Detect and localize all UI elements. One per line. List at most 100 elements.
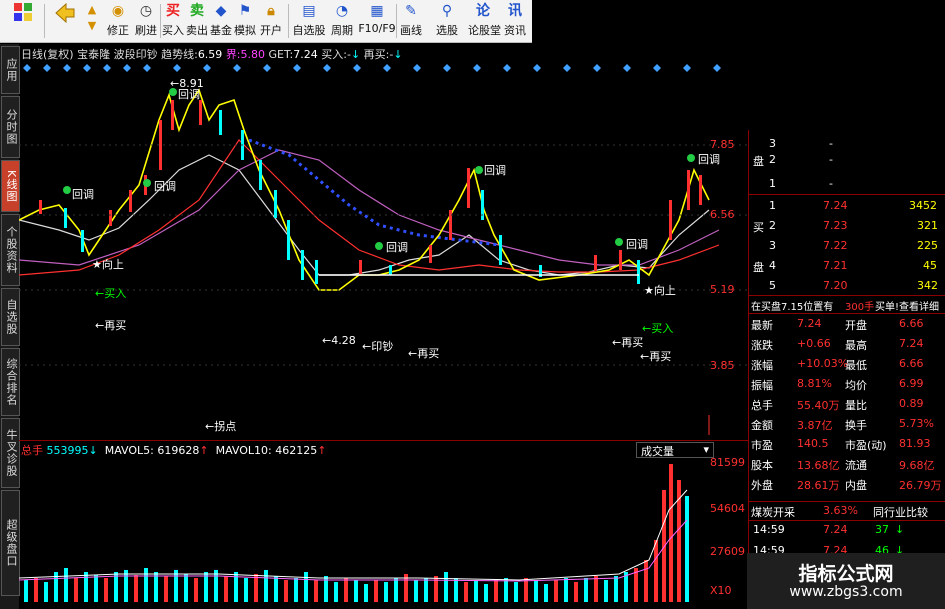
stat-value: 13.68亿 bbox=[797, 459, 840, 472]
bid-level: 1 bbox=[769, 199, 776, 212]
print-money-signal: ←印钞 bbox=[362, 340, 394, 353]
stat-key: 市盈 bbox=[751, 439, 773, 452]
grid-button[interactable] bbox=[2, 2, 42, 40]
turning-point-signal: ←拐点 bbox=[205, 420, 237, 433]
sector-compare-link[interactable]: 同行业比较 bbox=[873, 504, 928, 520]
stat-row: 市盈 140.5 市盈(动) 81.93 bbox=[749, 436, 945, 452]
bid-row-3[interactable]: 3 7.22 225 bbox=[749, 238, 945, 254]
stock-select-button[interactable]: ⚲ 选股 bbox=[434, 2, 460, 40]
y-axis-4: 3.85 bbox=[710, 359, 735, 372]
stat-key: 涨跌 bbox=[751, 339, 773, 352]
bid-row-5[interactable]: 5 7.20 342 bbox=[749, 278, 945, 294]
ask-price: - bbox=[829, 177, 833, 190]
fund-button[interactable]: ◆ 基金 bbox=[210, 2, 232, 40]
nav-tab-intraday[interactable]: 分时图 bbox=[1, 96, 20, 158]
open-account-button[interactable]: 🔒︎ 开户 bbox=[258, 2, 284, 40]
tick-time: 14:59 bbox=[753, 523, 785, 536]
open-account-label: 开户 bbox=[260, 24, 282, 37]
watermark: 指标公式网 www.zbgs3.com bbox=[747, 553, 945, 609]
pen-icon: ✎ bbox=[405, 3, 417, 19]
bid-row-2[interactable]: 买 2 7.23 321 bbox=[749, 218, 945, 234]
nav-tab-kline[interactable]: K线图 bbox=[1, 160, 20, 212]
queue-text: 在买盘7.15位置有 bbox=[751, 302, 834, 313]
bid-price: 7.20 bbox=[823, 279, 848, 292]
nav-tab-stock-info[interactable]: 个股资料 bbox=[1, 214, 20, 286]
up-down-icon: ▲ ▼ bbox=[87, 3, 97, 32]
stat-row: 总手 55.40万 量比 0.89 bbox=[749, 396, 945, 412]
ask-level: 2 bbox=[769, 153, 776, 166]
f10-button[interactable]: ▦ F10/F9 bbox=[358, 2, 396, 40]
pullback-label-2: 回调 bbox=[72, 188, 94, 201]
stat-value: 7.24 bbox=[899, 337, 924, 350]
nav-tab-watchlist[interactable]: 自选股 bbox=[1, 288, 20, 346]
bid-volume: 321 bbox=[917, 219, 938, 232]
stat-value: +0.66 bbox=[797, 337, 831, 350]
stat-row: 股本 13.68亿 流通 9.68亿 bbox=[749, 456, 945, 472]
queue-detail-link[interactable]: 买单!查看详细 bbox=[875, 298, 939, 313]
stat-value: 26.79万 bbox=[899, 479, 942, 492]
refresh-button[interactable]: ◷ 刷进 bbox=[132, 2, 160, 40]
stat-value: 81.93 bbox=[899, 437, 931, 450]
watermark-title: 指标公式网 bbox=[798, 563, 894, 585]
bid-row-4[interactable]: 盘 4 7.21 45 bbox=[749, 258, 945, 274]
vol-axis-3: 27609 bbox=[710, 545, 745, 558]
stat-value: +10.03% bbox=[797, 357, 849, 370]
toolbar: ▲ ▼ ◉ 修正 ◷ 刷进 买 买入 卖 卖出 ◆ 基金 ⚑ 模拟 🔒︎ 开户 ▤… bbox=[0, 0, 532, 43]
fix-button[interactable]: ◉ 修正 bbox=[104, 2, 132, 40]
tick-price: 7.24 bbox=[823, 523, 848, 536]
refresh-label: 刷进 bbox=[135, 24, 157, 37]
stat-key: 最高 bbox=[845, 339, 867, 352]
bid-row-1[interactable]: 1 7.24 3452 bbox=[749, 198, 945, 214]
fix-label: 修正 bbox=[107, 24, 129, 37]
stat-row: 涨跌 +0.66 最高 7.24 bbox=[749, 336, 945, 352]
fund-label: 基金 bbox=[210, 24, 232, 37]
stat-value: 6.99 bbox=[899, 377, 924, 390]
stat-key: 外盘 bbox=[751, 479, 773, 492]
tick-volume: 37 bbox=[875, 523, 889, 536]
indicator-select-value: 成交量 bbox=[641, 445, 674, 458]
y-axis-1: 7.85 bbox=[710, 138, 735, 151]
bid-volume: 342 bbox=[917, 279, 938, 292]
nav-tab-ranking[interactable]: 综合排名 bbox=[1, 348, 20, 416]
rebuy-signal-1: ←再买 bbox=[95, 319, 127, 332]
nav-tab-diagnosis[interactable]: 牛叉诊股 bbox=[1, 418, 20, 488]
sector-row[interactable]: 煤炭开采 3.63% 同行业比较 bbox=[749, 503, 945, 519]
buy-label: 买入 bbox=[162, 24, 184, 37]
ask-level: 3 bbox=[769, 137, 776, 150]
period-button[interactable]: ◔ 周期 bbox=[328, 2, 356, 40]
queue-hand: 300手 bbox=[845, 302, 875, 313]
watchlist-button[interactable]: ▤ 自选股 bbox=[292, 2, 326, 40]
ask-price: - bbox=[829, 153, 833, 166]
stat-key: 市盈(动) bbox=[845, 439, 887, 452]
stat-key: 股本 bbox=[751, 459, 773, 472]
nav-tab-super-quote[interactable]: 超级盘口 bbox=[1, 490, 20, 596]
stat-row: 金额 3.87亿 换手 5.73% bbox=[749, 416, 945, 432]
back-button[interactable] bbox=[48, 2, 78, 40]
quote-panel: 3 - 盘 2 - 1 - 1 7.24 3452 买 2 7.23 321 3… bbox=[748, 130, 945, 609]
low-price-label: ←4.28 bbox=[322, 334, 356, 347]
mavol10-line bbox=[19, 519, 688, 582]
stat-key: 最低 bbox=[845, 359, 867, 372]
bid-side-label-2: 盘 bbox=[753, 261, 764, 274]
f10-label: F10/F9 bbox=[358, 22, 396, 35]
simulate-label: 模拟 bbox=[234, 24, 256, 37]
rebuy-signal-2: ←再买 bbox=[408, 347, 440, 360]
ask-row-1: 1 - bbox=[749, 176, 945, 192]
draw-line-button[interactable]: ✎ 画线 bbox=[398, 2, 424, 40]
indicator-select[interactable]: 成交量 ▾ bbox=[636, 442, 714, 458]
pullback-dots bbox=[63, 88, 695, 250]
draw-line-label: 画线 bbox=[400, 24, 422, 37]
watchlist-label: 自选股 bbox=[292, 24, 326, 37]
stat-row: 外盘 28.61万 内盘 26.79万 bbox=[749, 476, 945, 492]
ma-line-magenta bbox=[19, 149, 720, 266]
mavol5-value: 619628 bbox=[157, 444, 200, 457]
simulate-button[interactable]: ⚑ 模拟 bbox=[234, 2, 256, 40]
bid-level: 5 bbox=[769, 279, 776, 292]
up-down-button[interactable]: ▲ ▼ bbox=[80, 2, 104, 40]
nav-tab-apps[interactable]: 应用 bbox=[1, 46, 20, 94]
ask-row-2: 盘 2 - bbox=[749, 152, 945, 168]
sell-button[interactable]: 卖 卖出 bbox=[186, 2, 208, 40]
forum-button[interactable]: 论 论股堂 bbox=[468, 2, 501, 40]
buy-button[interactable]: 买 买入 bbox=[162, 2, 184, 40]
news-button[interactable]: 讯 资讯 bbox=[502, 2, 528, 40]
